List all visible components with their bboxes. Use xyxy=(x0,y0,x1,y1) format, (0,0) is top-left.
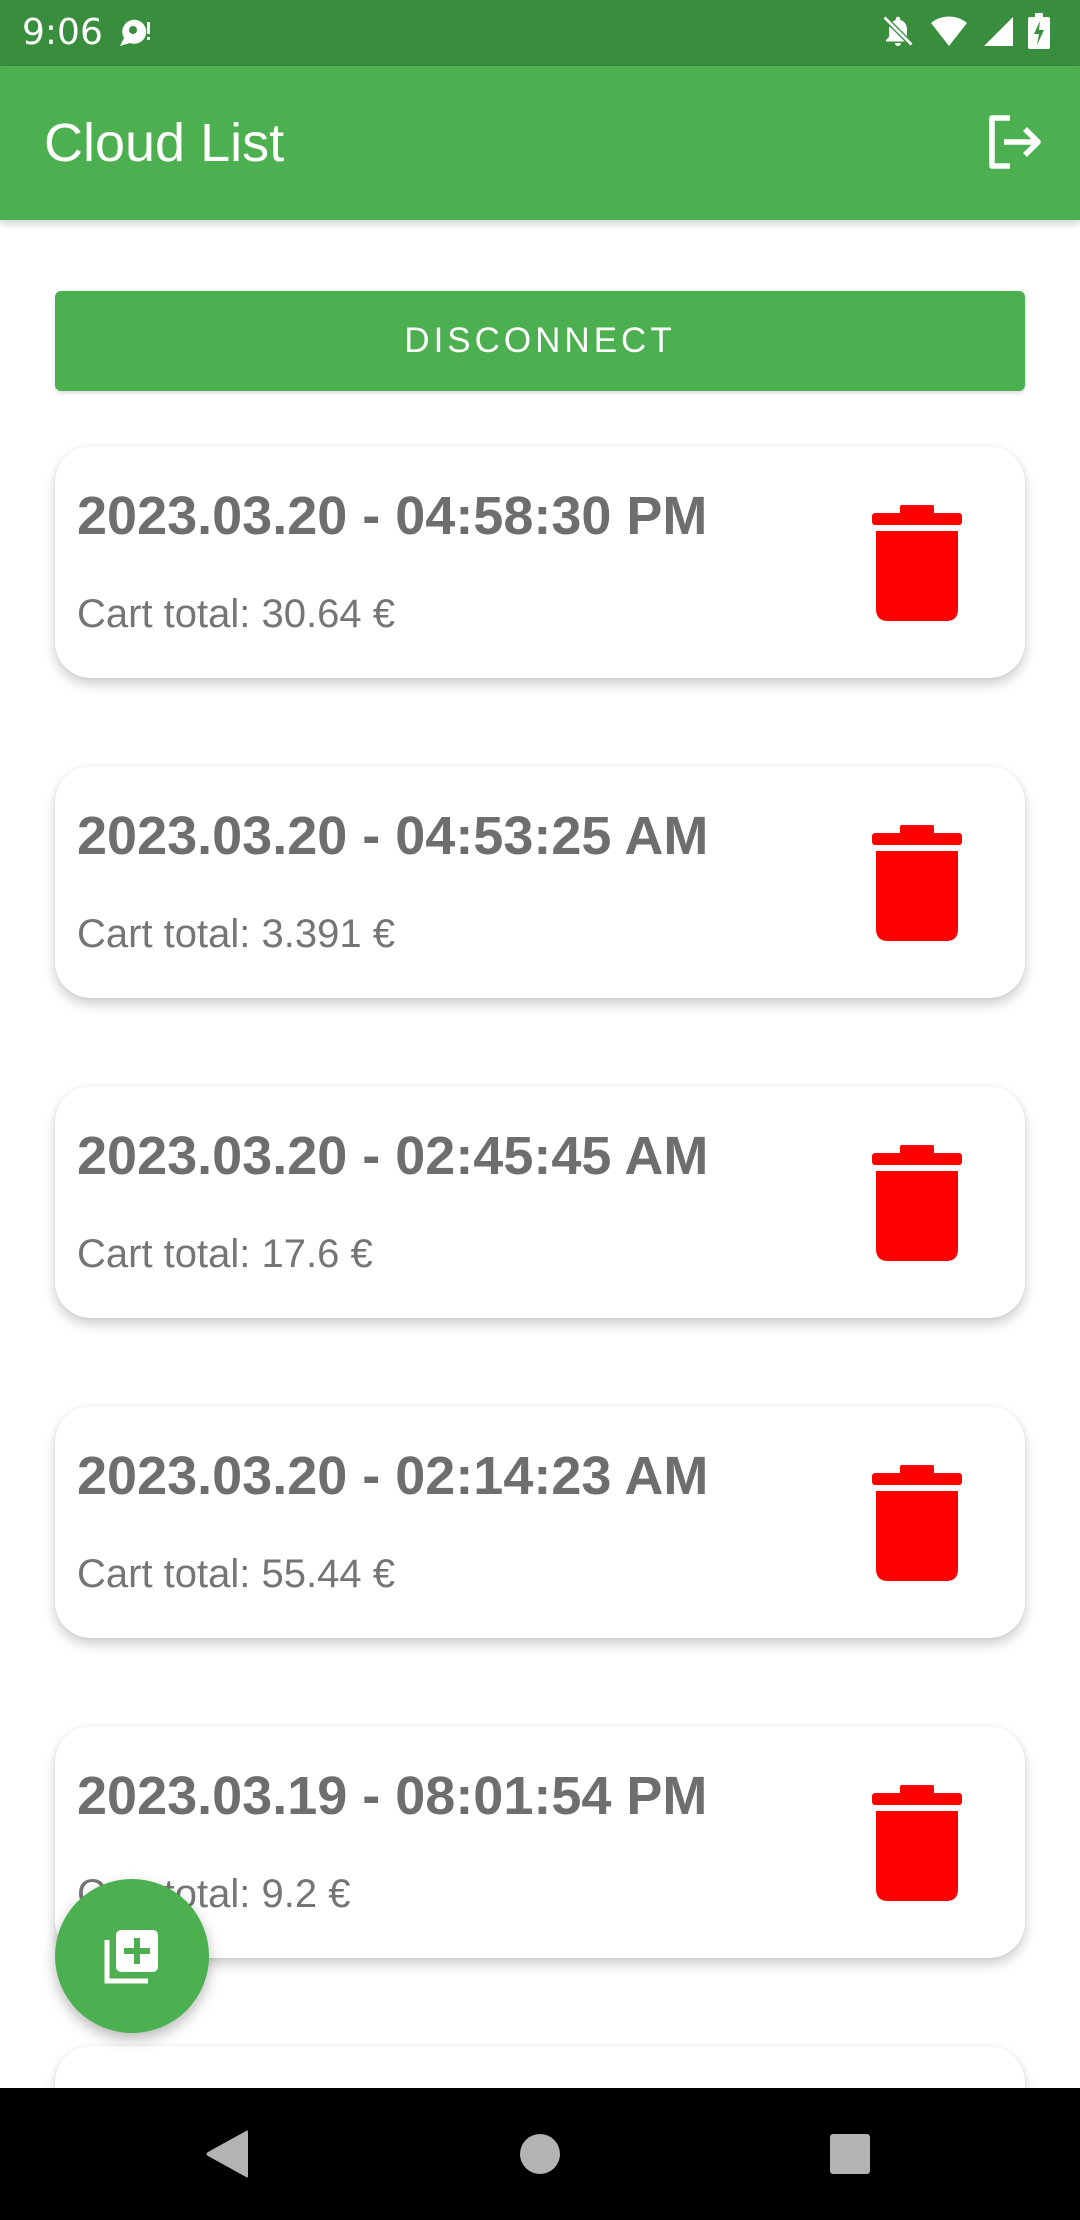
library-add-icon xyxy=(104,1930,158,1984)
cart-date: 2023.03.20 - 04:58:30 PM xyxy=(77,486,708,546)
disconnect-button[interactable]: DISCONNECT xyxy=(55,291,1025,391)
delete-button[interactable] xyxy=(855,501,979,625)
cart-card[interactable]: 2023.03.20 - 02:14:23 AM Cart total: 55.… xyxy=(55,1406,1025,1638)
cart-total: Cart total: 3.391 € xyxy=(77,912,395,956)
trash-icon xyxy=(872,825,962,941)
trash-icon xyxy=(872,505,962,621)
delete-button[interactable] xyxy=(855,1781,979,1905)
app-bar: Cloud List xyxy=(0,66,1080,220)
cart-card[interactable]: 2023.03.20 - 02:45:45 AM Cart total: 17.… xyxy=(55,1086,1025,1318)
nav-home-button[interactable] xyxy=(500,2118,580,2190)
nav-recents-button[interactable] xyxy=(810,2118,890,2190)
system-nav-bar xyxy=(0,2088,1080,2220)
cart-total: Cart total: 17.6 € xyxy=(77,1232,373,1276)
trash-icon xyxy=(872,1465,962,1581)
cart-total: Cart total: 30.64 € xyxy=(77,592,395,636)
nav-back-button[interactable] xyxy=(187,2118,267,2190)
trash-icon xyxy=(872,1785,962,1901)
delete-button[interactable] xyxy=(855,1141,979,1265)
home-icon xyxy=(520,2134,560,2174)
cart-list[interactable]: DISCONNECT 2023.03.20 - 04:58:30 PM Cart… xyxy=(0,0,1080,2088)
logout-button[interactable] xyxy=(984,112,1044,172)
cart-date: 2023.03.20 - 04:53:25 AM xyxy=(77,806,709,866)
cart-date: 2023.03.20 - 02:14:23 AM xyxy=(77,1446,709,1506)
app-title: Cloud List xyxy=(44,113,285,173)
delete-button[interactable] xyxy=(855,821,979,945)
back-icon xyxy=(206,2130,248,2178)
cart-date: 2023.03.19 - 08:01:54 PM xyxy=(77,1766,708,1826)
cart-card[interactable] xyxy=(55,2046,1025,2088)
recents-icon xyxy=(830,2134,870,2174)
delete-button[interactable] xyxy=(855,1461,979,1585)
add-cart-fab[interactable] xyxy=(55,1879,209,2033)
logout-icon xyxy=(989,115,1041,169)
cart-card[interactable]: 2023.03.20 - 04:53:25 AM Cart total: 3.3… xyxy=(55,766,1025,998)
cart-card[interactable]: 2023.03.20 - 04:58:30 PM Cart total: 30.… xyxy=(55,446,1025,678)
cart-total: Cart total: 55.44 € xyxy=(77,1552,395,1596)
trash-icon xyxy=(872,1145,962,1261)
cart-date: 2023.03.20 - 02:45:45 AM xyxy=(77,1126,709,1186)
